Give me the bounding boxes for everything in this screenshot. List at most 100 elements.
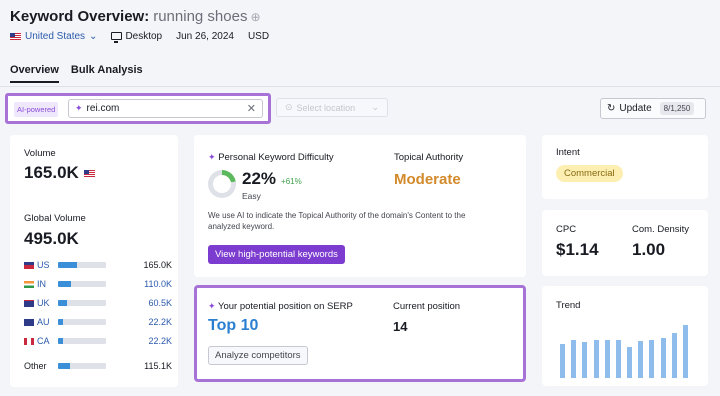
volume-card: Volume 165.0K Global Volume 495.0K US 16…	[10, 135, 178, 387]
currency-label: USD	[247, 31, 270, 42]
device-select[interactable]: Desktop	[111, 31, 163, 43]
trend-card: Trend	[542, 286, 708, 386]
kd-description: We use AI to indicate the Topical Author…	[208, 211, 466, 231]
clear-icon[interactable]: ✕	[247, 102, 256, 115]
volume-label: Volume	[24, 148, 56, 159]
cpc-label: CPC	[556, 224, 577, 235]
cpc-value: $1.14	[556, 240, 599, 259]
country-row-other: Other 115.1K	[24, 361, 172, 371]
tab-bar: Overview Bulk Analysis	[10, 64, 143, 83]
trend-bar	[615, 339, 621, 378]
trend-label: Trend	[556, 300, 581, 311]
keyword-difficulty-card: ✦ Personal Keyword Difficulty 22% +61% E…	[194, 135, 526, 277]
density-label: Com. Density	[632, 224, 690, 235]
country-volume[interactable]: 22.2K	[148, 336, 172, 346]
trend-chart	[560, 316, 694, 378]
country-code: IN	[37, 279, 46, 289]
share-bar-fill	[58, 300, 67, 306]
intent-card: Intent Commercial	[542, 135, 708, 199]
intent-label: Intent	[556, 147, 580, 158]
au-flag-icon	[24, 318, 34, 326]
volume-value-row: 165.0K	[24, 163, 95, 183]
share-bar-fill	[58, 262, 78, 268]
uk-flag-icon	[24, 299, 34, 307]
update-button[interactable]: ↻ Update 8/1,250	[600, 98, 706, 119]
serp-label-row: ✦ Your potential position on SERP	[208, 301, 353, 312]
country-row-uk[interactable]: UK 60.5K	[24, 298, 172, 308]
sparkle-icon: ✦	[75, 103, 83, 113]
tab-bulk-analysis[interactable]: Bulk Analysis	[71, 64, 143, 83]
trend-bar	[604, 339, 610, 378]
location-pin-icon: ⊙	[285, 102, 293, 112]
ai-domain-box: AI-powered ✦ rei.com ✕	[5, 93, 271, 124]
share-bar	[58, 319, 106, 325]
device-label: Desktop	[125, 31, 163, 42]
tab-divider	[0, 86, 720, 87]
share-bar-fill	[58, 363, 70, 369]
report-meta: United States ⌄ Desktop Jun 26, 2024 USD	[10, 31, 270, 43]
country-row-us[interactable]: US 165.0K	[24, 260, 172, 270]
country-volume[interactable]: 60.5K	[148, 298, 172, 308]
country-row-ca[interactable]: CA 22.2K	[24, 336, 172, 346]
other-volume: 115.1K	[144, 361, 172, 371]
refresh-icon: ↻	[607, 103, 616, 114]
chevron-down-icon: ⌄	[371, 102, 379, 112]
kd-value-row: 22% +61%	[242, 169, 302, 189]
country-code: UK	[37, 298, 50, 308]
volume-value: 165.0K	[24, 163, 79, 182]
domain-input[interactable]: ✦ rei.com ✕	[68, 99, 263, 118]
share-bar	[58, 338, 106, 344]
sparkle-icon: ✦	[208, 301, 216, 311]
in-flag-icon	[24, 280, 34, 288]
page-title: Keyword Overview: running shoes ⊕	[10, 8, 261, 25]
page-title-label: Keyword Overview:	[10, 8, 150, 25]
kd-delta: +61%	[281, 177, 302, 186]
serp-value: Top 10	[208, 317, 259, 334]
density-value: 1.00	[632, 240, 666, 259]
trend-bar	[638, 340, 644, 378]
current-position-value: 14	[393, 319, 408, 334]
country-code: US	[37, 260, 50, 270]
chevron-down-icon: ⌄	[89, 31, 98, 42]
country-code: AU	[37, 317, 50, 327]
share-bar	[58, 363, 106, 369]
us-flag-icon	[83, 169, 95, 177]
global-volume-label: Global Volume	[24, 213, 86, 224]
trend-bar	[582, 342, 588, 378]
analyze-competitors-button[interactable]: Analyze competitors	[208, 346, 308, 365]
share-bar	[58, 262, 106, 268]
desktop-icon	[111, 32, 123, 43]
ca-flag-icon	[24, 337, 34, 345]
other-label: Other	[24, 361, 47, 371]
serp-label: Your potential position on SERP	[218, 301, 353, 312]
trend-bar	[660, 337, 666, 378]
ai-powered-badge: AI-powered	[14, 102, 59, 117]
database-label: United States	[25, 31, 86, 42]
tab-overview[interactable]: Overview	[10, 64, 59, 83]
us-flag-icon	[10, 33, 21, 40]
kd-value: 22%	[242, 169, 277, 188]
trend-bar	[682, 325, 688, 378]
trend-bar	[627, 347, 632, 378]
country-volume[interactable]: 22.2K	[148, 317, 172, 327]
add-keyword-icon[interactable]: ⊕	[250, 10, 260, 24]
cpc-card: CPC $1.14 Com. Density 1.00	[542, 210, 708, 276]
topical-authority-value: Moderate	[394, 171, 461, 188]
update-count-badge: 8/1,250	[659, 102, 695, 115]
share-bar-fill	[58, 319, 63, 325]
location-select[interactable]: ⊙ Select location ⌄	[276, 98, 388, 117]
share-bar	[58, 281, 106, 287]
topical-authority-label: Topical Authority	[394, 152, 464, 163]
current-position-label: Current position	[393, 301, 461, 312]
view-keywords-button[interactable]: View high-potential keywords	[208, 245, 345, 264]
country-volume: 165.0K	[143, 260, 172, 270]
country-row-au[interactable]: AU 22.2K	[24, 317, 172, 327]
share-bar	[58, 300, 106, 306]
country-row-in[interactable]: IN 110.0K	[24, 279, 172, 289]
country-volume[interactable]: 110.0K	[144, 279, 172, 289]
intent-badge: Commercial	[556, 165, 623, 182]
database-select[interactable]: United States ⌄	[10, 31, 97, 42]
share-bar-fill	[58, 338, 63, 344]
domain-value: rei.com	[86, 103, 120, 114]
sparkle-icon: ✦	[208, 152, 216, 162]
